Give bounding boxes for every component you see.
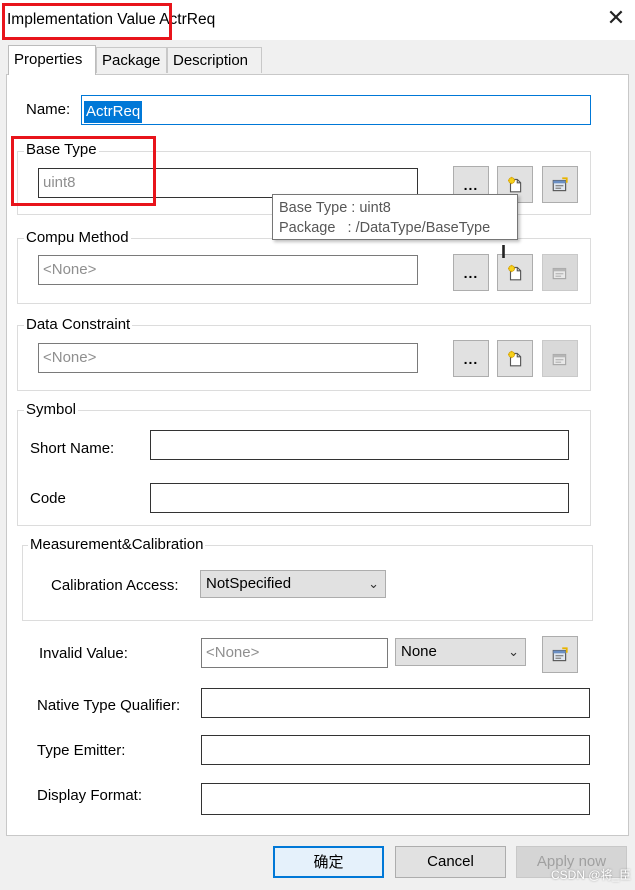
name-label: Name: [26,101,71,118]
edit-properties-icon [551,264,569,282]
native-type-qualifier-label: Native Type Qualifier: [37,697,181,714]
new-item-icon [506,264,524,282]
tooltip-line-base-type: Base Type : uint8 [279,200,391,216]
data-constraint-input[interactable]: <None> [38,343,418,373]
invalid-value-edit-button[interactable] [542,636,578,673]
tooltip-line-package: Package : /DataType/BaseType [279,220,491,236]
edit-properties-icon [551,350,569,368]
invalid-value-input[interactable]: <None> [201,638,388,668]
data-constraint-browse-button[interactable]: ... [453,340,489,377]
chevron-down-icon: ⌄ [508,644,519,659]
calibration-access-select[interactable]: NotSpecified ⌄ [200,570,386,598]
display-format-input[interactable] [201,783,590,815]
base-type-tooltip: Base Type : uint8 Package : /DataType/Bas… [272,194,518,240]
short-name-input[interactable] [150,430,569,460]
new-item-icon [506,350,524,368]
new-item-icon [506,176,524,194]
close-icon[interactable]: ✕ [604,6,628,30]
name-input[interactable]: ActrReq [81,95,591,125]
measurement-calibration-legend: Measurement&Calibration [28,536,206,553]
type-emitter-input[interactable] [201,735,590,765]
ok-button[interactable]: 确定 [273,846,384,878]
calibration-access-value: NotSpecified [206,575,292,592]
text-cursor-icon: I [501,242,507,262]
chevron-down-icon: ⌄ [368,576,379,591]
short-name-label: Short Name: [30,440,115,457]
data-constraint-legend: Data Constraint [24,316,133,333]
invalid-value-label: Invalid Value: [39,645,128,662]
calibration-access-label: Calibration Access: [51,577,179,594]
symbol-legend: Symbol [24,401,79,418]
tab-description[interactable]: Description [167,47,262,73]
compu-method-legend: Compu Method [24,229,131,246]
data-constraint-new-button[interactable] [497,340,533,377]
display-format-label: Display Format: [37,787,143,804]
tab-properties[interactable]: Properties [8,45,96,75]
native-type-qualifier-input[interactable] [201,688,590,718]
compu-method-input[interactable]: <None> [38,255,418,285]
compu-method-browse-button[interactable]: ... [453,254,489,291]
base-type-edit-button[interactable] [542,166,578,203]
base-type-highlight-box [11,136,156,206]
code-input[interactable] [150,483,569,513]
name-value: ActrReq [84,101,143,123]
data-constraint-edit-button[interactable] [542,340,578,377]
invalid-value-combo-value: None [401,643,437,660]
watermark: CSDN @将_臣 [551,868,632,882]
edit-properties-icon [551,646,569,664]
edit-properties-icon [551,176,569,194]
compu-method-edit-button[interactable] [542,254,578,291]
tab-package[interactable]: Package [96,47,167,73]
cancel-button[interactable]: Cancel [395,846,506,878]
invalid-value-select[interactable]: None ⌄ [395,638,526,666]
title-highlight-box [2,3,172,40]
code-label: Code [30,490,66,507]
type-emitter-label: Type Emitter: [37,742,126,759]
